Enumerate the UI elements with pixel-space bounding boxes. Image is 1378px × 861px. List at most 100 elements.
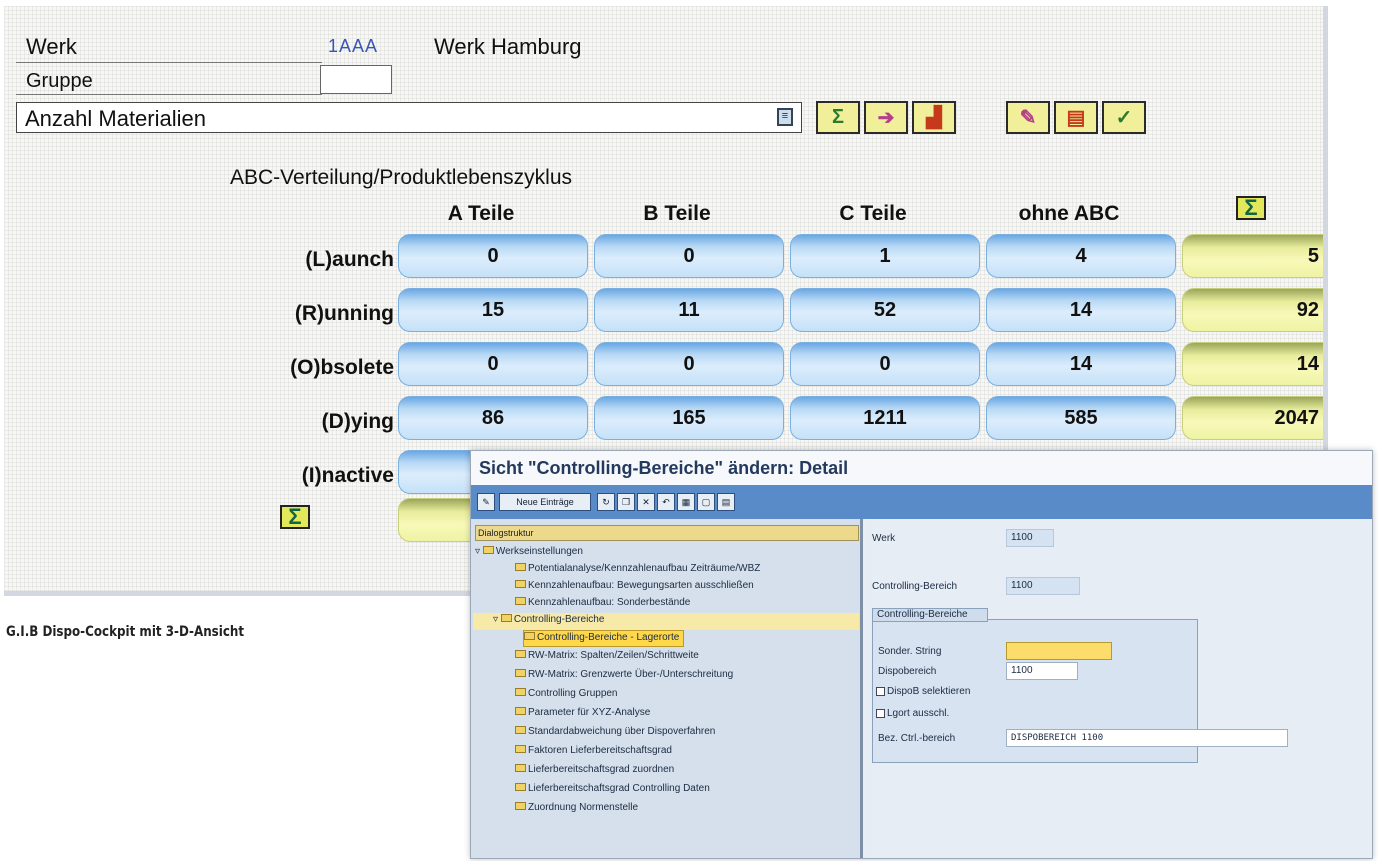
dropdown-list-icon[interactable]: ≡ xyxy=(777,108,793,126)
matrix-cell[interactable]: 4 xyxy=(986,234,1176,278)
deselect-icon[interactable]: ▢ xyxy=(697,493,715,511)
matrix-cell[interactable]: 86 xyxy=(398,396,588,440)
tree-node[interactable]: Lieferbereitschaftsgrad zuordnen xyxy=(515,763,674,780)
row-sum-cell[interactable]: 2047 xyxy=(1182,396,1323,440)
folder-icon xyxy=(515,563,526,572)
print-icon[interactable]: ▟ xyxy=(912,101,956,134)
folder-open-icon xyxy=(500,614,512,623)
sum-row-icon: Σ xyxy=(280,505,310,529)
kennzahl-select-value: Anzahl Materialien xyxy=(25,106,206,131)
tree-node[interactable]: Lieferbereitschaftsgrad Controlling Date… xyxy=(515,782,710,799)
dialog-structure-tree: Dialogstruktur ▿ Werkseinstellungen Pote… xyxy=(471,519,863,858)
matrix-cell[interactable]: 1 xyxy=(790,234,980,278)
tree-node[interactable]: Kennzahlenaufbau: Sonderbestände xyxy=(515,596,690,613)
row-sum-cell[interactable]: 5 xyxy=(1182,234,1323,278)
folder-icon xyxy=(515,802,526,811)
kennzahl-select[interactable]: Anzahl Materialien ≡ xyxy=(16,102,802,133)
tree-node-label: Faktoren Lieferbereitschaftsgrad xyxy=(528,745,672,756)
detail-pane: Werk 1100 Controlling-Bereich 1100 Contr… xyxy=(866,519,1372,858)
matrix-title: ABC-Verteilung/Produktlebenszyklus xyxy=(230,166,573,189)
folder-icon xyxy=(524,632,535,641)
tree-node[interactable]: ▿ Controlling-Bereiche xyxy=(473,613,859,630)
matrix-cell[interactable]: 0 xyxy=(594,234,784,278)
matrix-cell[interactable]: 1211 xyxy=(790,396,980,440)
group-title: Controlling-Bereiche xyxy=(872,608,988,622)
tree-node[interactable]: RW-Matrix: Spalten/Zeilen/Schrittweite xyxy=(515,649,699,666)
row-label: (L)aunch xyxy=(305,248,394,271)
forward-icon[interactable]: ➔ xyxy=(864,101,908,134)
block-icon[interactable]: ▤ xyxy=(717,493,735,511)
matrix-cell[interactable]: 14 xyxy=(986,342,1176,386)
dispobereich-input[interactable]: 1100 xyxy=(1006,662,1078,680)
list-icon[interactable]: ▤ xyxy=(1054,101,1098,134)
tree-node-label: Controlling Gruppen xyxy=(528,688,618,699)
matrix-cell[interactable]: 585 xyxy=(986,396,1176,440)
tree-node[interactable]: Zuordnung Normenstelle xyxy=(515,801,638,818)
bez-ctrl-label: Bez. Ctrl.-bereich xyxy=(878,733,956,744)
row-sum-cell[interactable]: 92 xyxy=(1182,288,1323,332)
tree-node-label: Kennzahlenaufbau: Sonderbestände xyxy=(528,597,691,608)
dispob-selektieren-checkbox[interactable]: DispoB selektieren xyxy=(876,686,970,697)
matrix-cell[interactable]: 165 xyxy=(594,396,784,440)
edit-toggle-icon[interactable]: ✎ xyxy=(477,493,495,511)
tree-node[interactable]: Faktoren Lieferbereitschaftsgrad xyxy=(515,744,672,761)
refresh-icon[interactable]: ↻ xyxy=(597,493,615,511)
folder-icon xyxy=(482,546,494,555)
tree-node[interactable]: Standardabweichung über Dispoverfahren xyxy=(515,725,715,742)
werk-code: 1AAA xyxy=(328,36,379,56)
folder-icon xyxy=(515,688,526,697)
new-entries-button[interactable]: Neue Einträge xyxy=(499,493,591,511)
tree-node[interactable]: ▿ Werkseinstellungen xyxy=(475,545,583,562)
matrix-cell[interactable]: 0 xyxy=(398,342,588,386)
tree-node[interactable]: Parameter für XYZ-Analyse xyxy=(515,706,650,723)
sum-icon[interactable]: Σ xyxy=(816,101,860,134)
tree-node-selected[interactable]: Controlling-Bereiche - Lagerorte xyxy=(523,630,685,647)
matrix-cell[interactable]: 0 xyxy=(790,342,980,386)
tree-node[interactable]: Controlling Gruppen xyxy=(515,687,618,704)
matrix-cell[interactable]: 15 xyxy=(398,288,588,332)
edit-icon[interactable]: ✎ xyxy=(1006,101,1050,134)
ctrl-bereich-field: 1100 xyxy=(1006,577,1080,595)
row-label: (D)ying xyxy=(321,410,394,433)
undo-icon[interactable]: ↶ xyxy=(657,493,675,511)
checkbox-icon xyxy=(876,686,885,696)
row-sum-cell[interactable]: 14 xyxy=(1182,342,1323,386)
column-header: ohne ABC xyxy=(1018,202,1120,225)
tree-node[interactable]: RW-Matrix: Grenzwerte Über-/Unterschreit… xyxy=(515,668,733,685)
matrix-cell[interactable]: 0 xyxy=(398,234,588,278)
matrix-cell[interactable]: 11 xyxy=(594,288,784,332)
copy-icon[interactable]: ❐ xyxy=(617,493,635,511)
folder-icon xyxy=(515,580,526,589)
column-header: A Teile xyxy=(447,202,515,225)
divider xyxy=(16,62,322,63)
tree-node-label: Werkseinstellungen xyxy=(495,546,583,557)
tree-node[interactable]: Kennzahlenaufbau: Bewegungsarten ausschl… xyxy=(515,579,754,596)
matrix-cell[interactable]: 14 xyxy=(986,288,1176,332)
tree-node-label: Potentialanalyse/Kennzahlenaufbau Zeiträ… xyxy=(528,563,761,574)
folder-icon xyxy=(515,726,526,735)
delete-icon[interactable]: ✕ xyxy=(637,493,655,511)
lgort-ausschl-checkbox[interactable]: Lgort ausschl. xyxy=(876,708,949,719)
dialog-title: Sicht "Controlling-Bereiche" ändern: Det… xyxy=(471,451,1372,485)
tree-node[interactable]: Potentialanalyse/Kennzahlenaufbau Zeiträ… xyxy=(515,562,760,579)
sonder-string-input[interactable] xyxy=(1006,642,1112,660)
bez-ctrl-input[interactable]: DISPOBEREICH 1100 xyxy=(1006,729,1288,747)
column-header: B Teile xyxy=(643,202,711,225)
checkbox-label: Lgort ausschl. xyxy=(887,708,950,719)
matrix-cell[interactable]: 0 xyxy=(594,342,784,386)
check-icon[interactable]: ✓ xyxy=(1102,101,1146,134)
werk-name: Werk Hamburg xyxy=(434,34,582,59)
dialog-body: Dialogstruktur ▿ Werkseinstellungen Pote… xyxy=(471,519,1372,858)
gruppe-input[interactable] xyxy=(320,65,392,94)
row-label: (I)nactive xyxy=(301,464,394,487)
folder-icon xyxy=(515,707,526,716)
matrix-cell[interactable]: 52 xyxy=(790,288,980,332)
tree-header: Dialogstruktur xyxy=(475,525,859,541)
select-all-icon[interactable]: ▦ xyxy=(677,493,695,511)
folder-icon xyxy=(515,597,526,606)
checkbox-icon xyxy=(876,708,885,718)
screenshot-stage: Werk 1AAA Werk Hamburg Gruppe Anzahl Mat… xyxy=(0,0,1378,861)
checkbox-label: DispoB selektieren xyxy=(887,686,971,697)
gruppe-label: Gruppe xyxy=(26,70,93,92)
werk-field-label: Werk xyxy=(872,533,896,544)
